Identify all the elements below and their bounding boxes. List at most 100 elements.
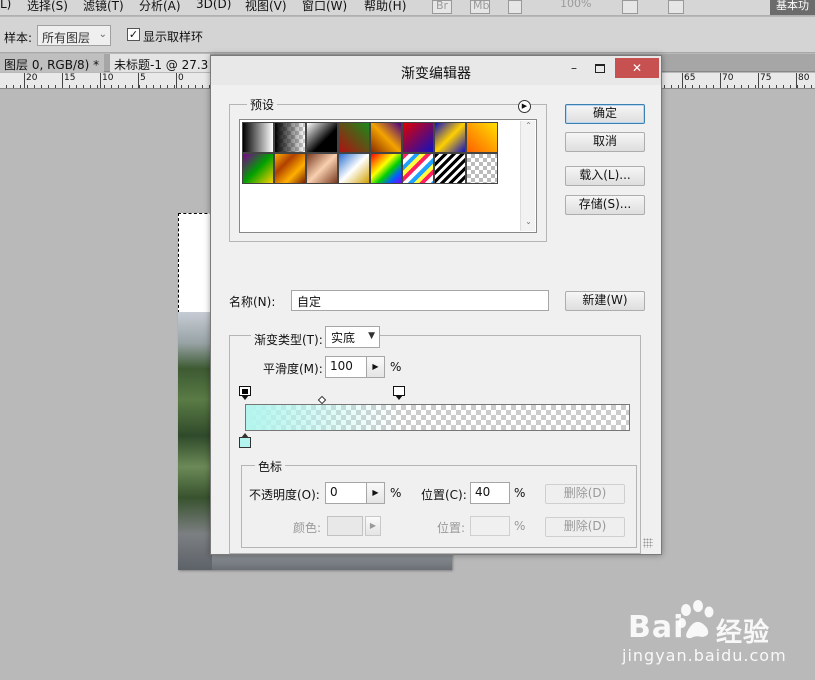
preset-swatch[interactable]	[370, 153, 402, 184]
sample-value: 所有图层	[42, 31, 91, 45]
ruler-number: 15	[64, 73, 76, 83]
color-location-input[interactable]	[470, 516, 510, 536]
location-label: 位置(C):	[421, 488, 467, 502]
ruler-number: 0	[178, 73, 184, 83]
presets-scrollbar[interactable]: ⌃ ⌄	[520, 121, 535, 231]
opacity-slider-toggle[interactable]: ▶	[366, 482, 385, 504]
tab-document-2[interactable]: 未标题-1 @ 27.3	[110, 54, 210, 72]
preset-swatch[interactable]	[306, 122, 338, 153]
menu-item[interactable]: L)	[0, 0, 11, 11]
arrange-icon[interactable]	[622, 0, 638, 14]
sample-label: 样本:	[4, 31, 33, 45]
minibridge-button[interactable]: Mb	[470, 0, 490, 14]
gradient-type-value: 实底	[331, 331, 356, 345]
preset-swatch[interactable]	[338, 153, 370, 184]
delete-opacity-stop-button[interactable]: 删除(D)	[545, 484, 625, 504]
menu-window[interactable]: 窗口(W)	[302, 0, 347, 14]
preset-swatch[interactable]	[370, 122, 402, 153]
color-location-label: 位置:	[437, 521, 466, 535]
menu-analysis[interactable]: 分析(A)	[139, 0, 181, 14]
view-extras-icon[interactable]	[508, 0, 522, 14]
gradient-type-select[interactable]: 实底 ▼	[325, 326, 380, 348]
color-stop-left[interactable]	[239, 433, 251, 449]
tab-label: 未标题-1 @ 27.3	[114, 58, 209, 72]
zoom-level[interactable]: 100%	[560, 0, 591, 10]
preset-swatch[interactable]	[338, 122, 370, 153]
workspace-button[interactable]: 基本功	[770, 0, 815, 15]
presets-swatch-panel: ⌃ ⌄	[239, 119, 537, 233]
scroll-up-icon[interactable]: ⌃	[521, 121, 536, 135]
menu-select[interactable]: 选择(S)	[27, 0, 68, 14]
smoothness-percent: %	[390, 360, 402, 374]
close-button[interactable]: ✕	[615, 58, 659, 78]
gradient-type-label: 渐变类型(T):	[251, 331, 326, 348]
ruler-number: 75	[760, 73, 772, 83]
load-button[interactable]: 载入(L)...	[565, 166, 645, 186]
options-bar: 样本: 所有图层 ⌄ ✓ 显示取样环	[0, 17, 815, 53]
smoothness-input[interactable]: 100	[325, 356, 367, 378]
screen-mode-icon[interactable]	[668, 0, 684, 14]
preset-swatch[interactable]	[402, 122, 434, 153]
opacity-percent: %	[390, 486, 402, 500]
dialog-content: 预设 ▶ ⌃ ⌄ 确定 取消 载入(L)... 存储(S)... 名称(N): …	[217, 86, 655, 554]
smoothness-label: 平滑度(M):	[263, 362, 323, 376]
resize-grip-icon[interactable]	[643, 538, 653, 548]
dialog-titlebar[interactable]: 渐变编辑器 – ✕	[211, 56, 661, 85]
gradient-preview-bar[interactable]	[245, 404, 630, 431]
show-ring-label: 显示取样环	[143, 30, 204, 44]
tab-document-1[interactable]: 图层 0, RGB/8) * ×	[0, 54, 104, 72]
baidu-jingyan-logo: Bai 经验 jingyan.baidu.com	[622, 596, 812, 676]
opacity-stop-selected[interactable]	[393, 386, 405, 400]
bridge-button[interactable]: Br	[432, 0, 452, 14]
photo-image	[178, 312, 212, 570]
preset-swatch[interactable]	[402, 153, 434, 184]
gradient-fill	[246, 405, 400, 430]
watermark-url: jingyan.baidu.com	[622, 646, 787, 665]
save-button[interactable]: 存储(S)...	[565, 195, 645, 215]
menu-view[interactable]: 视图(V)	[245, 0, 287, 14]
gradient-editor-dialog: 渐变编辑器 – ✕ 预设 ▶ ⌃ ⌄ 确定 取消 载入(L)... 存储(S).…	[210, 55, 662, 555]
preset-swatch[interactable]	[274, 122, 306, 153]
color-swatch[interactable]	[327, 516, 363, 536]
chevron-down-icon: ▼	[368, 331, 375, 341]
ruler-number: 5	[140, 73, 146, 83]
delete-color-stop-button[interactable]: 删除(D)	[545, 517, 625, 537]
preset-swatch[interactable]	[466, 153, 498, 184]
color-location-percent: %	[514, 519, 526, 533]
color-menu-toggle[interactable]: ▶	[365, 516, 381, 536]
preset-swatch[interactable]	[466, 122, 498, 153]
menu-3d[interactable]: 3D(D)	[196, 0, 231, 11]
sample-select[interactable]: 所有图层 ⌄	[37, 25, 111, 46]
location-percent: %	[514, 486, 526, 500]
color-label: 颜色:	[293, 521, 322, 535]
scroll-down-icon[interactable]: ⌄	[521, 217, 536, 231]
menu-filter[interactable]: 滤镜(T)	[83, 0, 124, 14]
opacity-label: 不透明度(O):	[249, 488, 320, 502]
preset-swatch[interactable]	[274, 153, 306, 184]
ruler-number: 70	[722, 73, 734, 83]
ruler-number: 10	[102, 73, 114, 83]
preset-swatch[interactable]	[434, 153, 466, 184]
opacity-stop-left[interactable]	[239, 386, 251, 400]
show-ring-checkbox[interactable]: ✓	[127, 28, 140, 41]
preset-swatch[interactable]	[434, 122, 466, 153]
presets-menu-icon[interactable]: ▶	[518, 100, 531, 113]
maximize-button[interactable]	[587, 58, 613, 78]
ruler-number: 65	[684, 73, 696, 83]
minimize-button[interactable]: –	[561, 58, 587, 78]
name-input[interactable]: 自定	[291, 290, 549, 311]
tab-label: 图层 0, RGB/8) *	[4, 58, 100, 72]
preset-swatch[interactable]	[242, 153, 274, 184]
smoothness-slider-toggle[interactable]: ▶	[366, 356, 385, 378]
ok-button[interactable]: 确定	[565, 104, 645, 124]
location-input[interactable]: 40	[470, 482, 510, 504]
preset-swatch[interactable]	[242, 122, 274, 153]
menu-help[interactable]: 帮助(H)	[364, 0, 406, 14]
preset-swatch[interactable]	[306, 153, 338, 184]
cancel-button[interactable]: 取消	[565, 132, 645, 152]
ruler-number: 80	[798, 73, 810, 83]
new-button[interactable]: 新建(W)	[565, 291, 645, 311]
watermark-suffix: 经验	[716, 618, 771, 648]
presets-label: 预设	[247, 96, 278, 113]
opacity-input[interactable]: 0	[325, 482, 367, 504]
